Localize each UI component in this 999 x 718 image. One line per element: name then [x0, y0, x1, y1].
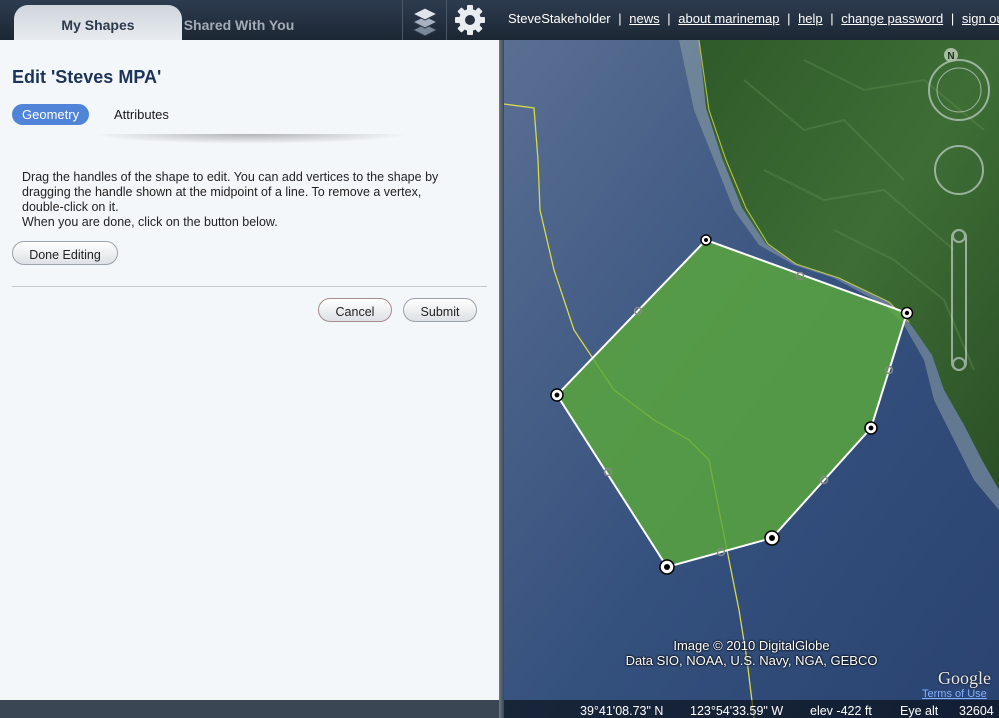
google-logo: Google — [938, 668, 991, 688]
tab-shared-with-you[interactable]: Shared With You — [168, 5, 310, 40]
help-link[interactable]: help — [798, 11, 823, 26]
subtab-attributes[interactable]: Attributes — [104, 104, 179, 125]
vertex-handle[interactable] — [764, 530, 780, 546]
nav-separator: | — [787, 11, 791, 26]
nav-separator: | — [830, 11, 834, 26]
longitude-readout: 123°54'33.59" W — [690, 704, 784, 718]
change-password-link[interactable]: change password — [841, 11, 943, 26]
sign-out-link[interactable]: sign out — [962, 11, 999, 26]
news-link[interactable]: news — [629, 11, 659, 26]
layers-button[interactable] — [402, 0, 447, 40]
nav-separator: | — [667, 11, 671, 26]
layers-icon — [411, 7, 439, 37]
cancel-button[interactable]: Cancel — [318, 298, 392, 322]
settings-button[interactable] — [446, 0, 493, 40]
vertex-handle[interactable] — [864, 421, 878, 435]
tab-my-shapes[interactable]: My Shapes — [14, 5, 182, 40]
terms-of-use-link[interactable]: Terms of Use — [922, 688, 987, 700]
done-editing-button[interactable]: Done Editing — [12, 241, 118, 265]
page-title: Edit 'Steves MPA' — [12, 67, 162, 87]
elevation-readout: elev -422 ft — [810, 704, 872, 718]
submit-button[interactable]: Submit — [403, 298, 477, 322]
latitude-readout: 39°41'08.73" N — [580, 704, 664, 718]
instruction-line: dragging the handle shown at the midpoin… — [22, 185, 422, 199]
edit-instructions: Drag the handles of the shape to edit. Y… — [22, 170, 482, 230]
vertex-handle[interactable] — [900, 306, 914, 320]
imagery-credit: Image © 2010 DigitalGlobe Data SIO, NOAA… — [504, 638, 999, 668]
compass-north-label: N — [947, 51, 954, 62]
vertex-handle[interactable] — [659, 559, 675, 575]
credit-line: Image © 2010 DigitalGlobe — [673, 638, 830, 653]
credit-line: Data SIO, NOAA, U.S. Navy, NGA, GEBCO — [625, 653, 878, 668]
instruction-line: double-click on it. — [22, 200, 119, 214]
nav-separator: | — [950, 11, 955, 26]
section-separator — [90, 134, 410, 144]
subtab-geometry[interactable]: Geometry — [12, 104, 90, 125]
username: SteveStakeholder — [508, 11, 611, 26]
instruction-line: When you are done, click on the button b… — [22, 215, 278, 229]
vertex-handle[interactable] — [550, 388, 564, 402]
map-view[interactable]: N Image © 2010 DigitalGlobe Data SIO, NO… — [504, 40, 999, 718]
instruction-line: Drag the handles of the shape to edit. Y… — [22, 170, 439, 184]
map-status-bar: 39°41'08.73" N 123°54'33.59" W elev -422… — [504, 700, 999, 718]
sidebar-footer — [0, 700, 499, 718]
vertex-handle[interactable] — [700, 234, 712, 246]
about-link[interactable]: about marinemap — [678, 11, 779, 26]
user-nav: SteveStakeholder | news | about marinema… — [508, 11, 999, 26]
divider-line — [12, 286, 487, 287]
nav-separator: | — [618, 11, 622, 26]
gear-icon — [455, 5, 485, 35]
map-canvas[interactable]: N — [504, 40, 999, 718]
eye-altitude-label: Eye alt — [900, 704, 939, 718]
top-bar: My Shapes Shared With You SteveStakehold… — [0, 0, 999, 40]
eye-altitude-value: 32604 — [959, 704, 994, 718]
